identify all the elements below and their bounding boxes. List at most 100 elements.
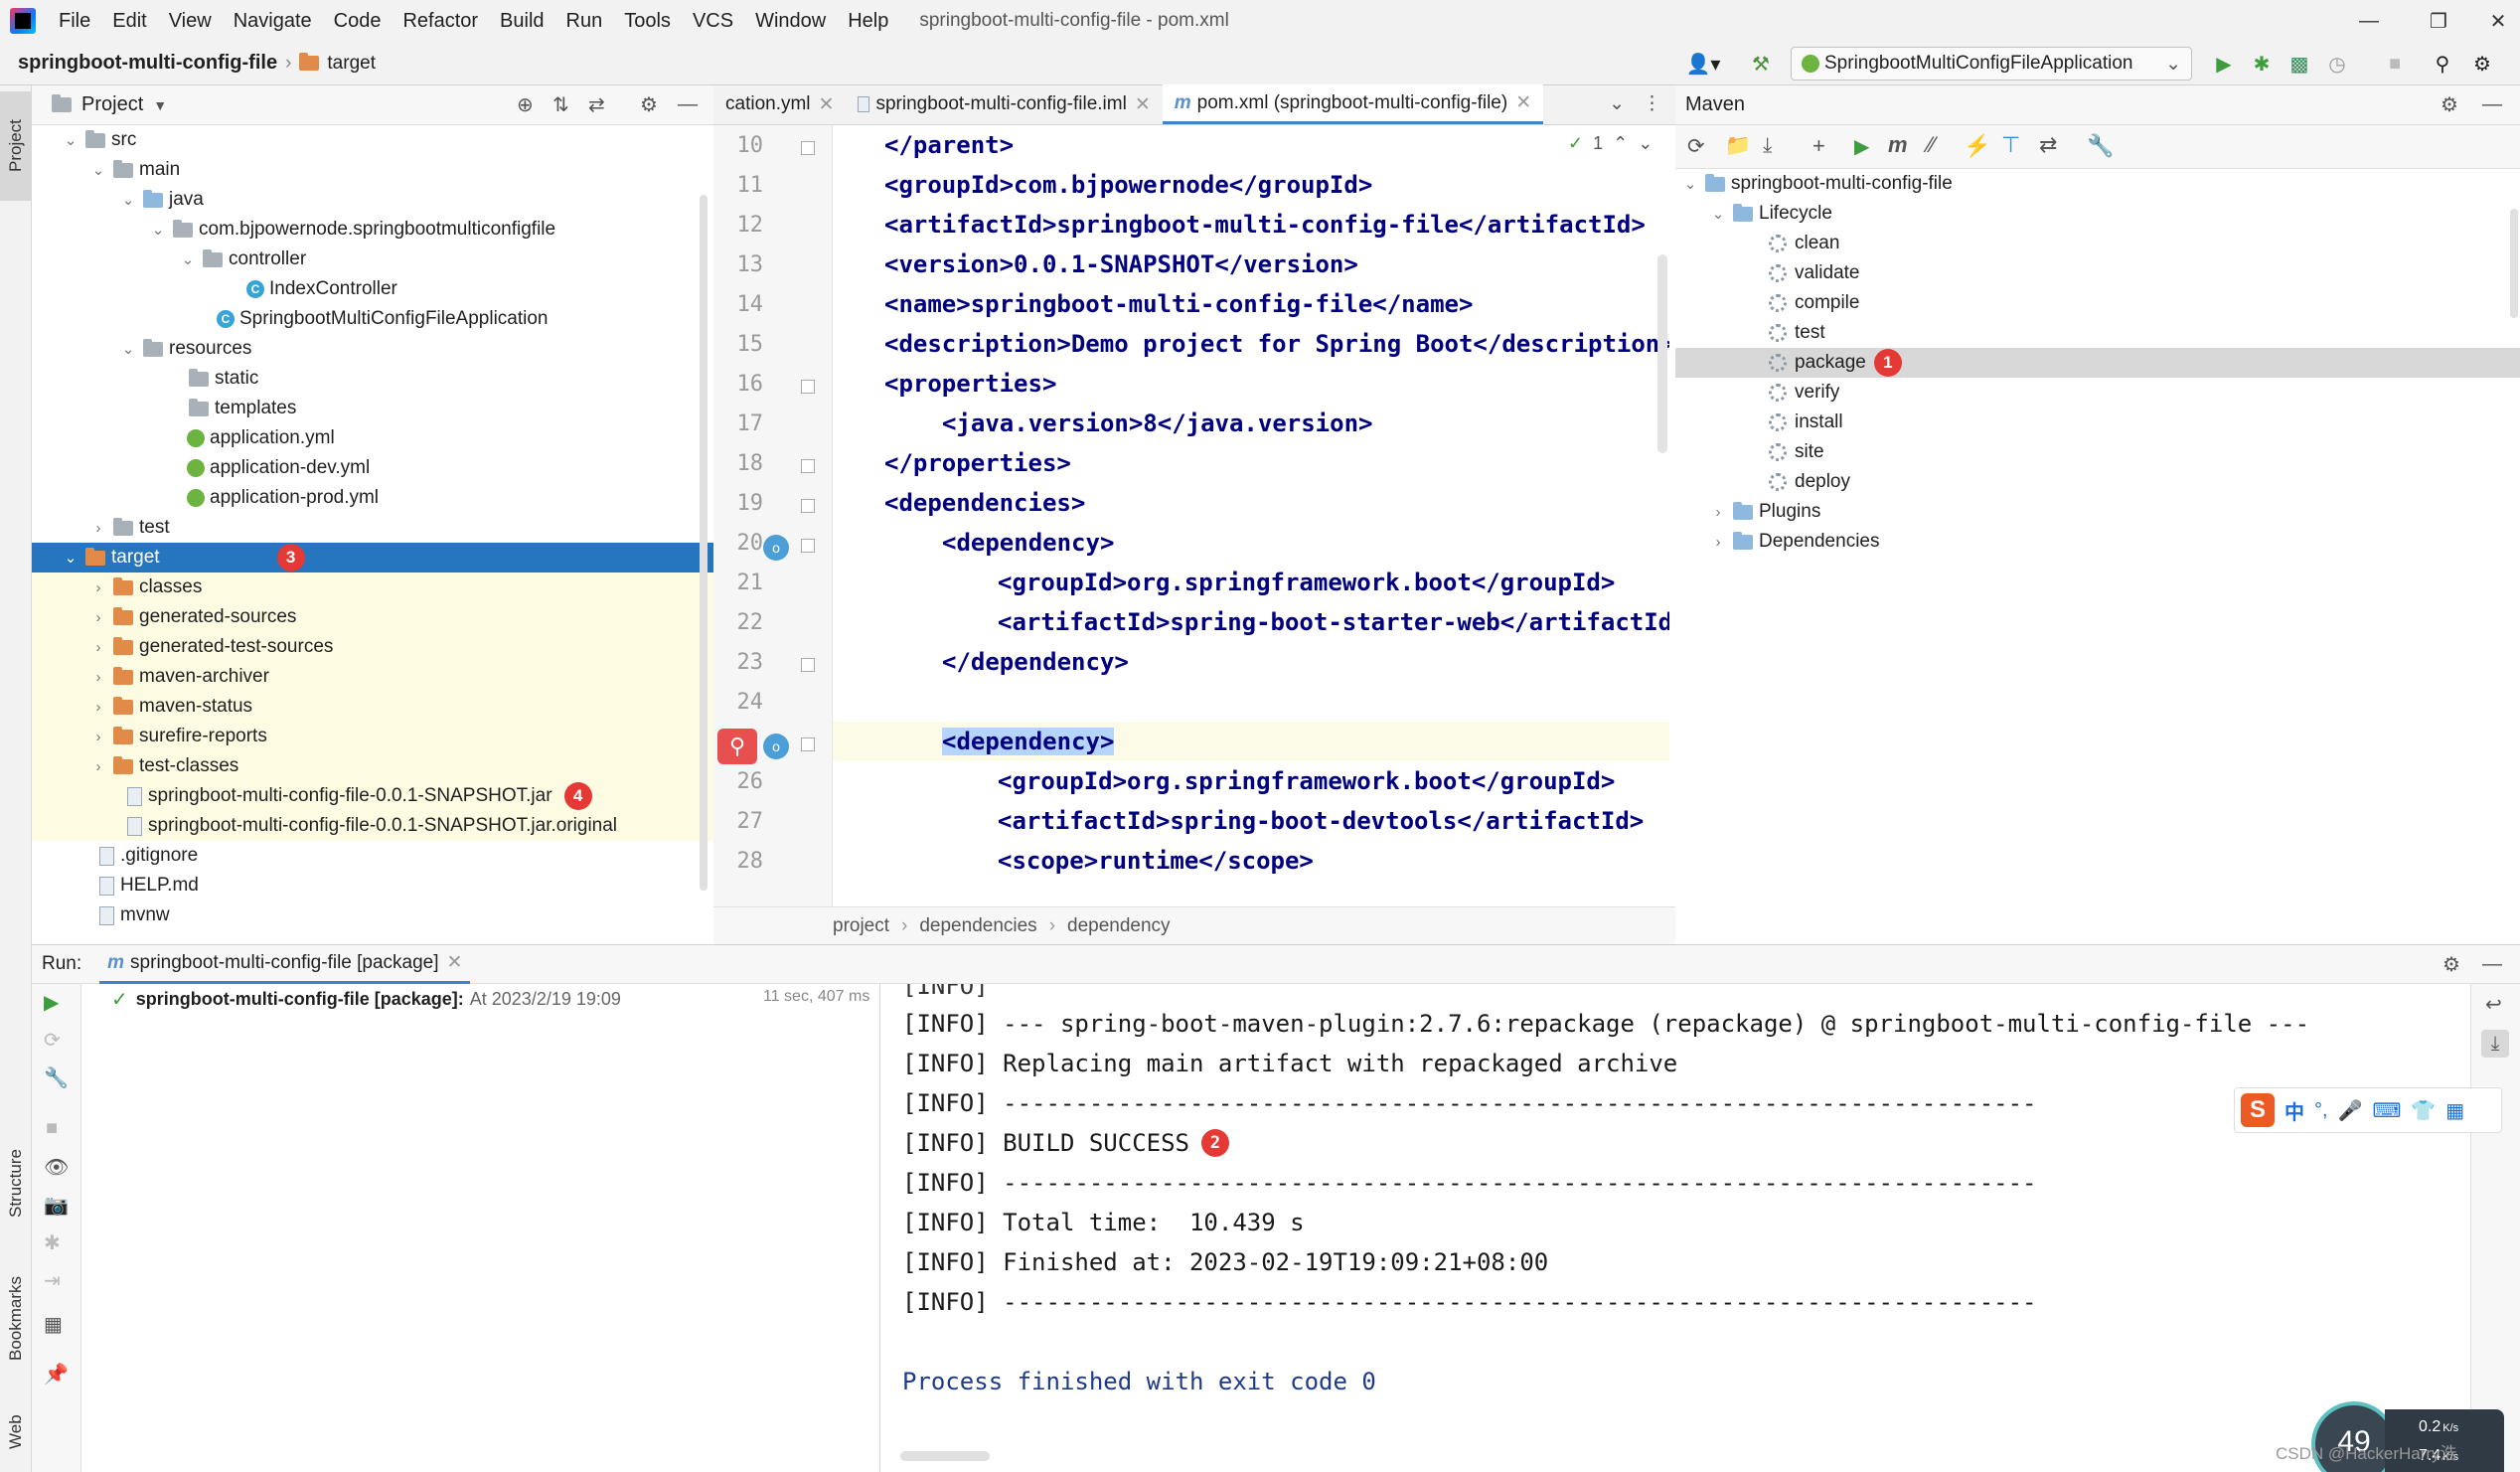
collapse-all-icon[interactable]: ⇄ — [2039, 132, 2057, 158]
microphone-icon[interactable]: 🎤 — [2338, 1098, 2363, 1123]
tab-list-chevron-icon[interactable]: ⌄ — [1609, 84, 1625, 124]
chevron-right-icon[interactable]: › — [89, 639, 107, 656]
tree-item-application-prod-yml[interactable]: application-prod.yml — [32, 483, 713, 513]
tree-item-test[interactable]: › test — [32, 513, 713, 543]
toggle-offline-icon[interactable]: ⁄⁄ — [1928, 132, 1935, 158]
tree-item-src[interactable]: ⌄ src — [32, 125, 713, 155]
ime-language[interactable]: 中 — [2284, 1096, 2304, 1125]
debug-icon[interactable]: ✱ — [2248, 50, 2276, 78]
chevron-right-icon[interactable]: › — [1709, 504, 1727, 521]
menu-tools[interactable]: Tools — [613, 10, 682, 33]
tree-item-package[interactable]: ⌄ com.bjpowernode.springbootmulticonfigfi… — [32, 215, 713, 245]
project-tool-tab[interactable]: Project — [0, 91, 32, 201]
tree-item-application[interactable]: C SpringbootMultiConfigFileApplication — [32, 304, 713, 334]
menu-code[interactable]: Code — [323, 10, 393, 33]
maven-item-dependencies[interactable]: › Dependencies — [1675, 527, 2520, 557]
tree-item-generated-sources[interactable]: › generated-sources — [32, 602, 713, 632]
breadcrumb-folder[interactable]: target — [327, 53, 376, 75]
menu-navigate[interactable]: Navigate — [223, 10, 323, 33]
reload-icon[interactable]: ⟳ — [1687, 134, 1705, 159]
close-icon[interactable]: ✕ — [819, 93, 835, 116]
dropdown-arrow-icon[interactable]: ▼ — [153, 97, 167, 113]
structure-tool-tab[interactable]: Structure — [0, 1119, 32, 1248]
tree-item-classes[interactable]: › classes — [32, 572, 713, 602]
chevron-down-icon[interactable]: ⌄ — [1638, 133, 1653, 154]
menu-build[interactable]: Build — [489, 10, 554, 33]
tab-pom-xml[interactable]: m pom.xml (springboot-multi-config-file) ✕ — [1162, 84, 1544, 124]
minimize-icon[interactable]: — — [2331, 0, 2407, 42]
collapse-all-icon[interactable]: ⇄ — [588, 92, 605, 117]
chevron-right-icon[interactable]: › — [89, 579, 107, 596]
chevron-right-icon[interactable]: › — [89, 758, 107, 775]
add-icon[interactable]: + — [1812, 133, 1825, 159]
run-icon[interactable]: ▶ — [2210, 50, 2238, 78]
tree-item-mvnw[interactable]: mvnw — [32, 900, 713, 930]
search-usages-icon[interactable]: ⚲ — [717, 729, 757, 764]
tree-item-generated-test-sources[interactable]: › generated-test-sources — [32, 632, 713, 662]
chevron-down-icon[interactable]: ⌄ — [119, 340, 137, 358]
tab-application-yml[interactable]: cation.yml ✕ — [713, 84, 846, 124]
run-configuration-select[interactable]: SpringbootMultiConfigFileApplication ⌄ — [1791, 47, 2192, 81]
scroll-to-end-icon[interactable]: ⤓ — [2481, 1030, 2509, 1058]
rerun-failed-icon[interactable]: ⟳ — [44, 1028, 61, 1053]
rerun-icon[interactable]: ▶ — [44, 990, 59, 1015]
maven-phase-clean[interactable]: clean — [1675, 229, 2520, 258]
tree-item-java[interactable]: ⌄ java — [32, 185, 713, 215]
hide-panel-icon[interactable]: — — [2482, 953, 2502, 976]
close-icon[interactable]: ✕ — [1135, 93, 1151, 116]
breadcrumb-dependency[interactable]: dependency — [1067, 915, 1171, 937]
tree-item-maven-archiver[interactable]: › maven-archiver — [32, 662, 713, 692]
maven-phase-install[interactable]: install — [1675, 408, 2520, 437]
close-icon[interactable]: ✕ — [447, 951, 463, 974]
fold-icon[interactable] — [801, 499, 815, 513]
more-icon[interactable]: ⋮ — [1643, 84, 1661, 124]
tree-item-indexcontroller[interactable]: C IndexController — [32, 274, 713, 304]
expand-all-icon[interactable]: ⇅ — [552, 92, 569, 117]
dependency-override-icon[interactable]: o — [763, 535, 789, 561]
menu-edit[interactable]: Edit — [101, 10, 157, 33]
menu-file[interactable]: File — [48, 10, 101, 33]
menu-refactor[interactable]: Refactor — [392, 10, 489, 33]
options-gear-icon[interactable]: ⚙ — [640, 92, 658, 117]
menu-window[interactable]: Window — [744, 10, 837, 33]
code-editor[interactable]: </parent> <groupId>com.bjpowernode</grou… — [833, 125, 1669, 906]
stop-icon[interactable]: ■ — [2381, 50, 2409, 78]
chevron-down-icon[interactable]: ⌄ — [179, 250, 197, 268]
maven-item-plugins[interactable]: › Plugins — [1675, 497, 2520, 527]
tree-item-application-yml[interactable]: application.yml — [32, 423, 713, 453]
maven-phase-package[interactable]: package 1 — [1675, 348, 2520, 378]
locate-target-icon[interactable]: ⊕ — [517, 92, 534, 117]
skip-tests-icon[interactable]: ⚡ — [1964, 133, 1990, 159]
chevron-down-icon[interactable]: ⌄ — [1681, 175, 1699, 193]
console-output[interactable]: [INFO] [INFO] --- spring-boot-maven-plug… — [880, 984, 2470, 1472]
project-tree-scrollbar[interactable] — [700, 195, 708, 891]
chevron-down-icon[interactable]: ⌄ — [62, 549, 79, 567]
tree-item-static[interactable]: static — [32, 364, 713, 394]
breadcrumb-dependencies[interactable]: dependencies — [919, 915, 1036, 937]
web-tool-tab[interactable]: Web — [0, 1388, 32, 1472]
hide-panel-icon[interactable]: — — [2482, 93, 2502, 116]
maven-phase-compile[interactable]: compile — [1675, 288, 2520, 318]
console-scrollbar[interactable] — [900, 1451, 990, 1461]
download-icon[interactable]: ⤓ — [1763, 134, 1772, 158]
fold-icon[interactable] — [801, 658, 815, 672]
keyboard-icon[interactable]: ⌨ — [2372, 1098, 2401, 1123]
menu-view[interactable]: View — [158, 10, 223, 33]
tree-item-maven-status[interactable]: › maven-status — [32, 692, 713, 722]
wrench-icon[interactable]: 🔧 — [44, 1065, 69, 1090]
maven-phase-verify[interactable]: verify — [1675, 378, 2520, 408]
run-tab[interactable]: m springboot-multi-config-file [package]… — [99, 944, 471, 984]
chevron-down-icon[interactable]: ⌄ — [89, 161, 107, 179]
generate-sources-icon[interactable]: 📁 — [1725, 134, 1751, 158]
login-icon[interactable]: ⇥ — [44, 1268, 61, 1293]
search-icon[interactable]: ⚲ — [2429, 50, 2456, 78]
tree-item-test-classes[interactable]: › test-classes — [32, 751, 713, 781]
fold-icon[interactable] — [801, 380, 815, 394]
close-icon[interactable]: ✕ — [2460, 0, 2520, 42]
chevron-right-icon[interactable]: › — [89, 609, 107, 626]
camera-icon[interactable]: 📷 — [44, 1193, 69, 1218]
maven-tree-scrollbar[interactable] — [2510, 209, 2518, 318]
hide-panel-icon[interactable]: — — [678, 93, 698, 116]
skin-shirt-icon[interactable]: 👕 — [2411, 1098, 2436, 1123]
tree-item-application-dev-yml[interactable]: application-dev.yml — [32, 453, 713, 483]
